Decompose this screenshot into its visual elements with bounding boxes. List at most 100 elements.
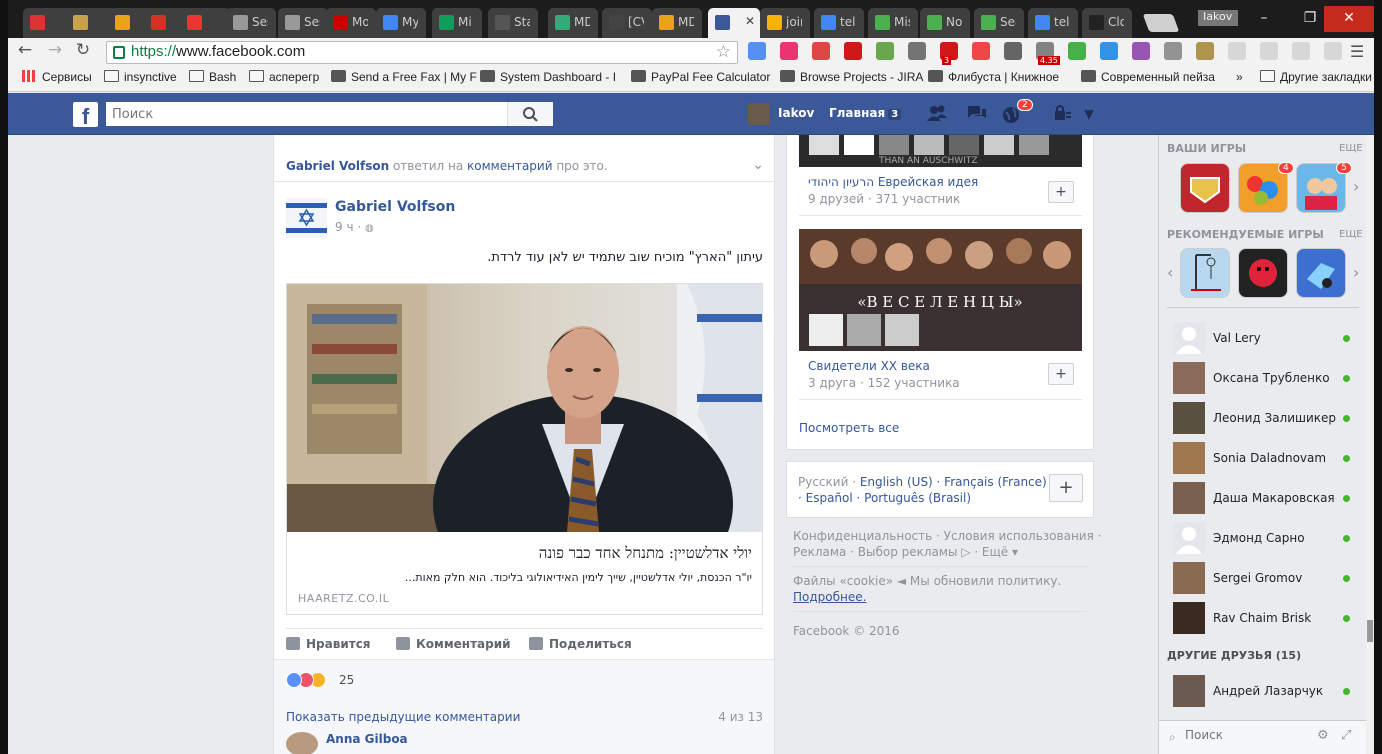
profile-badge[interactable]: Iakov: [1198, 10, 1238, 26]
minimize-icon[interactable]: –: [1254, 10, 1274, 26]
more-games-link[interactable]: ЕЩЕ: [1339, 229, 1363, 240]
facebook-logo-icon[interactable]: f: [73, 102, 98, 129]
browser-tab[interactable]: Mo: [326, 8, 376, 38]
fb-search[interactable]: [106, 102, 553, 126]
browser-tab[interactable]: Clo: [1082, 8, 1132, 38]
see-all-groups-link[interactable]: Посмотреть все: [799, 421, 899, 435]
group-banner[interactable]: THAN AN AUSCHWITZ: [799, 135, 1082, 167]
browser-tab[interactable]: Star: [488, 8, 538, 38]
back-arrow-icon[interactable]: ←: [14, 40, 36, 62]
cookie-more-link[interactable]: Подробнее.: [793, 589, 866, 605]
browser-tab[interactable]: ✕: [708, 8, 760, 38]
browser-tab[interactable]: tele: [1028, 8, 1078, 38]
se-icon[interactable]: [1068, 42, 1086, 60]
opera-icon[interactable]: [812, 42, 830, 60]
browser-tab[interactable]: Mis: [868, 8, 918, 38]
browser-tab[interactable]: [CV: [602, 8, 652, 38]
search-icon[interactable]: [507, 102, 553, 126]
fb-search-input[interactable]: [106, 102, 506, 126]
ext-icon[interactable]: [1292, 42, 1310, 60]
game-icon[interactable]: [1180, 248, 1230, 298]
vpn-icon[interactable]: [1132, 42, 1150, 60]
author-avatar[interactable]: [286, 198, 327, 238]
friend-row[interactable]: Леонид Залишикер: [1173, 402, 1358, 434]
mail-icon[interactable]: [908, 42, 926, 60]
link-preview[interactable]: יולי אדלשטיין: מתנחל אחד כבר פונה יו"ר ה…: [286, 283, 763, 615]
more-games-link[interactable]: ЕЩЕ: [1339, 143, 1363, 154]
bulb-icon[interactable]: [1164, 42, 1182, 60]
more-languages-button[interactable]: +: [1049, 474, 1083, 502]
browser-tab[interactable]: My: [376, 8, 426, 38]
browser-tab[interactable]: join: [760, 8, 810, 38]
bookmark-item[interactable]: Флибуста | Книжное: [928, 70, 1059, 84]
friend-row[interactable]: Эдмонд Сарно: [1173, 522, 1358, 554]
tv-icon[interactable]: [972, 42, 990, 60]
bookmark-item[interactable]: »: [1236, 70, 1243, 84]
bookmark-star-icon[interactable]: ☆: [716, 42, 731, 62]
bookmark-item[interactable]: Другие закладки: [1260, 70, 1372, 84]
context-actor[interactable]: Gabriel Volfson: [286, 159, 389, 173]
group-title[interactable]: הרעיון היהודי Еврейская идея: [808, 175, 978, 189]
commenter-name[interactable]: Anna Gilboa: [326, 732, 408, 746]
bookmark-item[interactable]: Bash: [189, 70, 236, 84]
browser-tab[interactable]: [180, 8, 230, 38]
friend-row[interactable]: Даша Макаровская: [1173, 482, 1358, 514]
browser-tab[interactable]: MD: [652, 8, 702, 38]
new-tab-button[interactable]: [1142, 14, 1180, 32]
browser-tab[interactable]: Ses: [278, 8, 328, 38]
join-group-button[interactable]: +: [1048, 181, 1074, 203]
bookmark-item[interactable]: Современный пейза: [1081, 70, 1215, 84]
like-button[interactable]: Нравится: [286, 637, 371, 651]
story-options-chevron-icon[interactable]: ⌄: [752, 157, 764, 173]
reload-icon[interactable]: ↻: [72, 40, 94, 62]
friend-row[interactable]: Оксана Трубленко: [1173, 362, 1358, 394]
browser-tab[interactable]: MD: [548, 8, 598, 38]
friend-row[interactable]: Rav Chaim Brisk: [1173, 602, 1358, 634]
dropbox-icon[interactable]: [1228, 42, 1246, 60]
menu-icon[interactable]: ☰: [1350, 42, 1364, 61]
chat-search-input[interactable]: [1185, 728, 1305, 742]
game-icon[interactable]: [1180, 163, 1230, 213]
commenter-avatar[interactable]: [286, 732, 318, 754]
bookmark-item[interactable]: System Dashboard - I: [480, 70, 616, 84]
next-arrow-icon[interactable]: ›: [1353, 177, 1359, 196]
forward-arrow-icon[interactable]: →: [44, 40, 66, 62]
maximize-icon[interactable]: ❐: [1300, 10, 1320, 26]
translate-icon[interactable]: [748, 42, 766, 60]
messages-icon[interactable]: [966, 104, 988, 124]
friend-requests-icon[interactable]: [926, 104, 948, 124]
privacy-lock-icon[interactable]: [1053, 104, 1075, 124]
bookmark-item[interactable]: асперегр: [249, 70, 319, 84]
t-ext-icon[interactable]: [780, 42, 798, 60]
next-arrow-icon[interactable]: ›: [1353, 263, 1359, 282]
home-link[interactable]: Главная 3: [829, 106, 902, 120]
join-group-button[interactable]: +: [1048, 363, 1074, 385]
gear-ext-icon[interactable]: [1004, 42, 1022, 60]
friend-row[interactable]: Sonia Daladnovam: [1173, 442, 1358, 474]
like-reaction-icon[interactable]: [286, 672, 302, 688]
settings-ext-icon[interactable]: [1100, 42, 1118, 60]
post-author[interactable]: Gabriel Volfson: [335, 199, 455, 215]
reaction-count[interactable]: 25: [339, 673, 354, 687]
bookmark-item[interactable]: Send a Free Fax | My F: [331, 70, 477, 84]
download-icon[interactable]: [1324, 42, 1342, 60]
browser-tab[interactable]: tele: [814, 8, 864, 38]
share-button[interactable]: Поделиться: [529, 637, 632, 651]
post-timestamp[interactable]: 9 ч · ◍: [335, 220, 374, 234]
previous-comments-link[interactable]: Показать предыдущие комментарии: [286, 710, 520, 724]
friend-row[interactable]: Андрей Лазарчук: [1173, 675, 1358, 707]
browser-tab[interactable]: Ses: [226, 8, 276, 38]
friend-row[interactable]: Val Lery: [1173, 322, 1358, 354]
adblock-icon[interactable]: [844, 42, 862, 60]
close-window-icon[interactable]: ✕: [1324, 6, 1374, 32]
pop-out-icon[interactable]: ⤢: [1341, 728, 1351, 743]
hourglass-icon[interactable]: [1196, 42, 1214, 60]
address-bar[interactable]: https://www.facebook.com ☆: [106, 41, 738, 64]
game-icon[interactable]: [1238, 248, 1288, 298]
bookmark-item[interactable]: Сервисы: [22, 70, 92, 84]
ext-icon[interactable]: [1260, 42, 1278, 60]
scrollbar-thumb[interactable]: [1367, 620, 1373, 642]
page-scrollbar[interactable]: [1366, 135, 1374, 754]
bookmark-item[interactable]: Browse Projects - JIRA: [780, 70, 923, 84]
browser-tab[interactable]: Mi: [432, 8, 482, 38]
